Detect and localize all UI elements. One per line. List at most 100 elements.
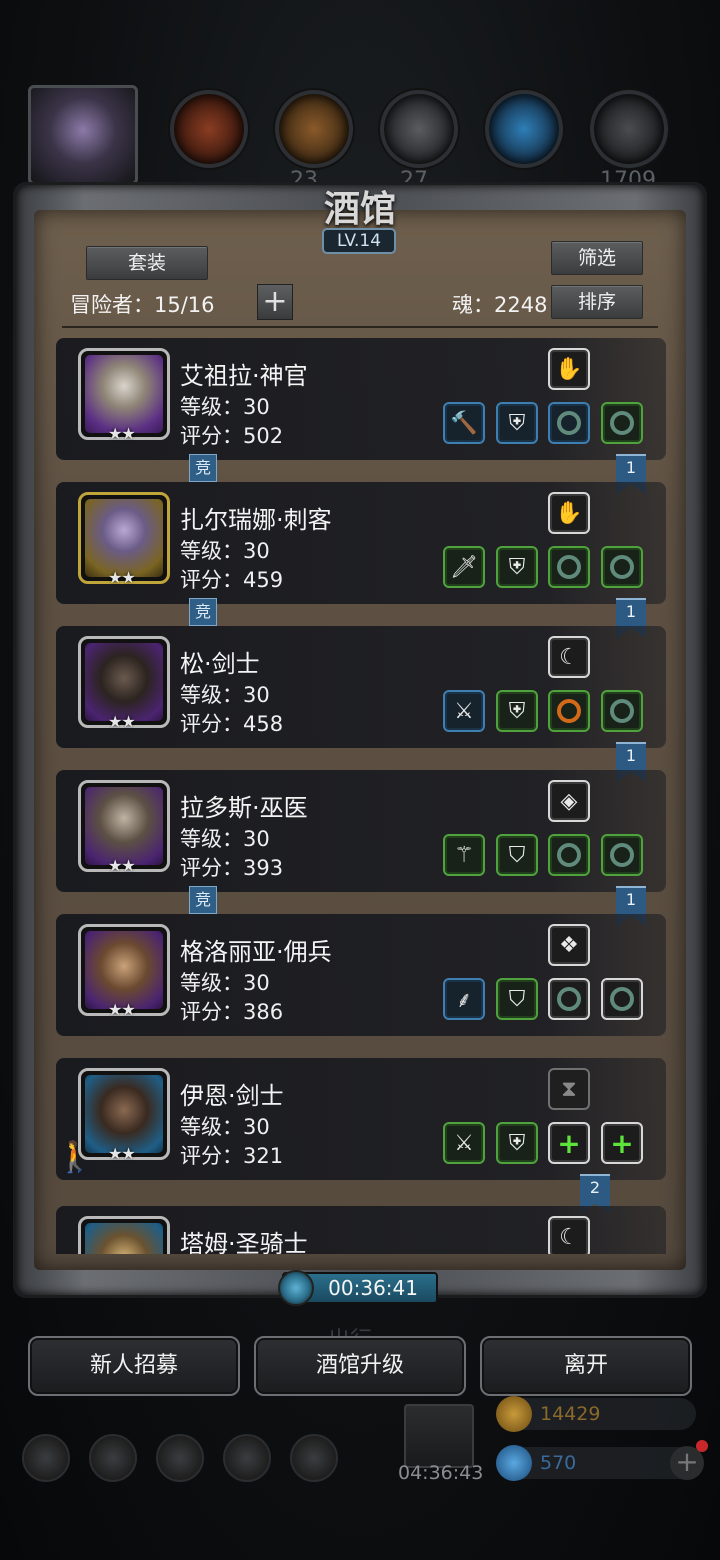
- hero-row[interactable]: ★★ 格洛丽亚·佣兵 等级：30 评分：386 ❖ ⸙ ⛉: [56, 914, 666, 1036]
- hero-name: 艾祖拉·神官: [180, 362, 308, 390]
- glove-icon[interactable]: ✋: [548, 348, 590, 390]
- hero-score: 评分：502: [180, 424, 284, 448]
- adventurer-count: 冒险者：15/16: [70, 293, 215, 317]
- dagger-icon[interactable]: 🗡: [443, 546, 485, 588]
- hero-name: 格洛丽亚·佣兵: [180, 938, 332, 966]
- iron-resource-icon: [380, 90, 458, 168]
- ring-icon[interactable]: [548, 978, 590, 1020]
- hero-level: 等级：30: [180, 1115, 270, 1139]
- wood-resource-icon: [275, 90, 353, 168]
- hero-score: 评分：459: [180, 568, 284, 592]
- hero-row[interactable]: ★★ 艾祖拉·神官 等级：30 评分：502 ✋ 🔨 ⛨: [56, 338, 666, 460]
- meat-resource-icon: [170, 90, 248, 168]
- hero-list[interactable]: ★★ 艾祖拉·神官 等级：30 评分：502 ✋ 🔨 ⛨ 竞 1 ★★ 扎尔瑞娜…: [56, 338, 666, 1254]
- armor-icon[interactable]: ⛨: [496, 546, 538, 588]
- hero-row[interactable]: 塔姆·圣骑士 ☾: [56, 1206, 666, 1254]
- armor-icon[interactable]: ⛨: [496, 402, 538, 444]
- hero-level: 等级：30: [180, 683, 270, 707]
- witch-doctor-portrait: [85, 787, 163, 865]
- assassin-portrait: [85, 499, 163, 577]
- cloak-icon[interactable]: ⛉: [496, 834, 538, 876]
- paladin-portrait: [85, 1223, 163, 1254]
- add-icon[interactable]: +: [601, 1122, 643, 1164]
- add-adventurer-slot-button[interactable]: +: [257, 284, 293, 320]
- claw-icon[interactable]: ☾: [548, 1216, 590, 1254]
- hero-score: 评分：458: [180, 712, 284, 736]
- hero-stars: ★★: [108, 1144, 136, 1163]
- fire-ring-icon[interactable]: [548, 690, 590, 732]
- swordsman-portrait: [85, 643, 163, 721]
- crystal-icon[interactable]: ❖: [548, 924, 590, 966]
- sort-button[interactable]: 排序: [551, 285, 643, 319]
- add-icon[interactable]: +: [548, 1122, 590, 1164]
- mail-icon[interactable]: [223, 1434, 271, 1482]
- clock-icon: [278, 1270, 314, 1306]
- cloak-icon[interactable]: ⛉: [496, 978, 538, 1020]
- badge-icon[interactable]: [89, 1434, 137, 1482]
- priest-portrait: [85, 355, 163, 433]
- hero-name: 拉多斯·巫医: [180, 794, 308, 822]
- hero-score: 评分：393: [180, 856, 284, 880]
- ring-icon[interactable]: [601, 402, 643, 444]
- hero-row[interactable]: ★★ 扎尔瑞娜·刺客 等级：30 评分：459 ✋ 🗡 ⛨: [56, 482, 666, 604]
- hero-name: 塔姆·圣骑士: [180, 1230, 308, 1254]
- empty-slot-icon[interactable]: ⧗: [548, 1068, 590, 1110]
- armor-icon[interactable]: ⛨: [496, 1122, 538, 1164]
- gold-coin-icon: [496, 1396, 532, 1432]
- sword-icon[interactable]: ⚔: [443, 690, 485, 732]
- tavern-level-badge: LV.14: [322, 228, 396, 254]
- leave-button[interactable]: 离开: [480, 1336, 692, 1396]
- hero-stars: ★★: [108, 424, 136, 443]
- hero-level: 等级：30: [180, 971, 270, 995]
- sword-icon[interactable]: ⚔: [443, 1122, 485, 1164]
- hero-level: 等级：30: [180, 539, 270, 563]
- ring-icon[interactable]: [601, 690, 643, 732]
- book-icon[interactable]: [156, 1434, 204, 1482]
- hero-score: 评分：386: [180, 1000, 284, 1024]
- settings-icon[interactable]: [22, 1434, 70, 1482]
- ring-icon[interactable]: [548, 546, 590, 588]
- hero-stars: ★★: [108, 568, 136, 587]
- ring-icon[interactable]: [548, 834, 590, 876]
- staff-icon[interactable]: ⚚: [443, 834, 485, 876]
- set-button[interactable]: 套装: [86, 246, 208, 280]
- hero-name: 扎尔瑞娜·刺客: [180, 506, 332, 534]
- arena-tag: 竞: [189, 886, 217, 914]
- ring-icon[interactable]: [601, 834, 643, 876]
- ring-icon[interactable]: [601, 978, 643, 1020]
- hero-level: 等级：30: [180, 827, 270, 851]
- notification-dot: [696, 1440, 708, 1452]
- gold-value: 14429: [540, 1403, 601, 1425]
- glove-icon[interactable]: ✋: [548, 492, 590, 534]
- claw-icon[interactable]: ☾: [548, 636, 590, 678]
- hero-avatar: [78, 1216, 170, 1254]
- hammer-icon[interactable]: 🔨: [443, 402, 485, 444]
- player-portrait[interactable]: [28, 85, 138, 185]
- gem-value: 570: [540, 1452, 577, 1474]
- gem-icon[interactable]: ◈: [548, 780, 590, 822]
- idle-figure-icon: 🚶: [56, 1140, 94, 1175]
- gift-box-icon[interactable]: [404, 1404, 474, 1468]
- recruit-button[interactable]: 新人招募: [28, 1336, 240, 1396]
- ring-icon[interactable]: [548, 402, 590, 444]
- stone-resource-icon: [590, 90, 668, 168]
- map-icon[interactable]: [290, 1434, 338, 1482]
- ring-icon[interactable]: [601, 546, 643, 588]
- hero-stars: ★★: [108, 1000, 136, 1019]
- swordsman-portrait: [85, 1075, 163, 1153]
- hero-row[interactable]: ★★ 伊恩·剑士 等级：30 评分：321 ⧗ ⚔ ⛨ + +: [56, 1058, 666, 1180]
- hero-name: 伊恩·剑士: [180, 1082, 284, 1110]
- crystal-resource-icon: [485, 90, 563, 168]
- arena-tag: 竞: [189, 454, 217, 482]
- hero-row[interactable]: ★★ 松·剑士 等级：30 评分：458 ☾ ⚔ ⛨: [56, 626, 666, 748]
- mercenary-portrait: [85, 931, 163, 1009]
- scythe-icon[interactable]: ⸙: [443, 978, 485, 1020]
- filter-button[interactable]: 筛选: [551, 241, 643, 275]
- hero-stars: ★★: [108, 712, 136, 731]
- upgrade-tavern-button[interactable]: 酒馆升级: [254, 1336, 466, 1396]
- hero-row[interactable]: ★★ 拉多斯·巫医 等级：30 评分：393 ◈ ⚚ ⛉: [56, 770, 666, 892]
- hero-level: 等级：30: [180, 395, 270, 419]
- armor-icon[interactable]: ⛨: [496, 690, 538, 732]
- hero-name: 松·剑士: [180, 650, 260, 678]
- gem-icon: [496, 1445, 532, 1481]
